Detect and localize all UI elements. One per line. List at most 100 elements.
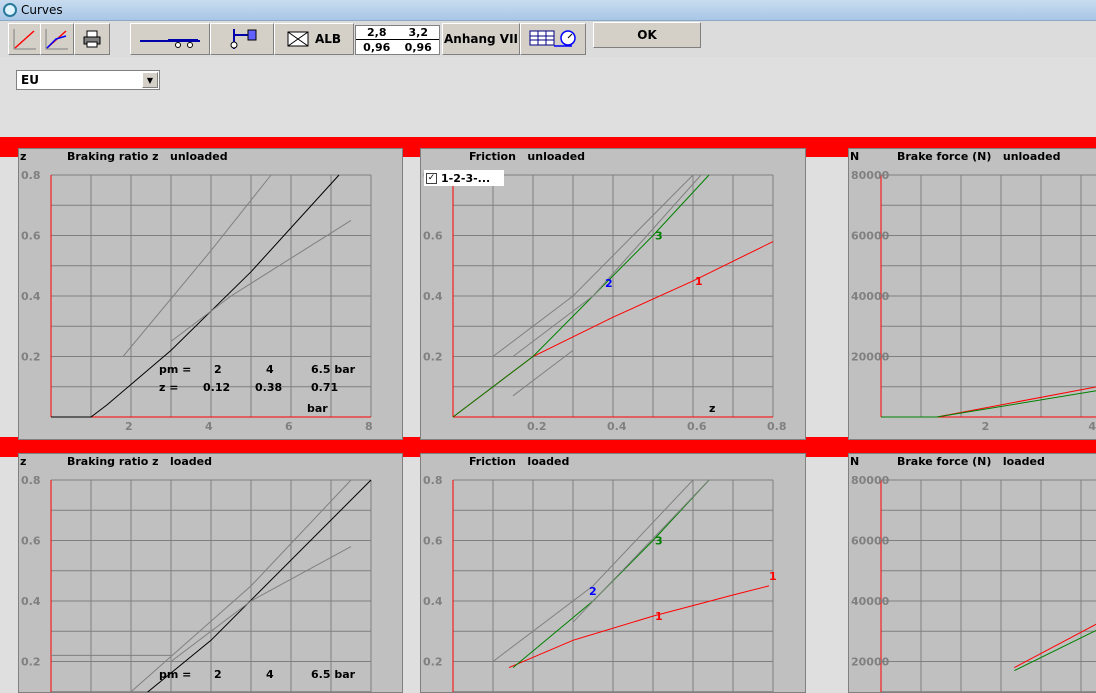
pm-value-1: 2 xyxy=(214,363,222,376)
y-tick-label: 0.6 xyxy=(423,535,443,548)
x-tick-label: 6 xyxy=(285,420,293,433)
pm-value-2: 4 xyxy=(266,668,274,681)
legend-checkbox[interactable]: ✓ xyxy=(426,172,437,184)
series-label: 2 xyxy=(605,277,613,290)
z-value-1: 0.12 xyxy=(203,381,230,394)
y-tick-label: 0.8 xyxy=(423,474,443,487)
pm-label: pm = xyxy=(159,668,191,681)
y-tick-label: 0.6 xyxy=(21,535,41,548)
trailer-icon xyxy=(140,39,200,48)
print-button[interactable] xyxy=(74,23,110,55)
y-tick-label: 0.2 xyxy=(21,656,41,669)
series-label: 1 xyxy=(695,275,703,288)
x-tick-label: 2 xyxy=(125,420,133,433)
z-label: z = xyxy=(159,381,178,394)
pm-value-3: 6.5 bar xyxy=(311,668,356,681)
friction-unloaded-chart: 0.20.40.60.80.20.40.60.8132 z xyxy=(423,169,787,433)
x-tick-label: 2 xyxy=(982,420,990,433)
gauge-table-icon xyxy=(529,30,576,47)
x-tick-label: 4 xyxy=(1088,420,1096,433)
x-tick-label: 0.4 xyxy=(607,420,627,433)
y-tick-label: 0.4 xyxy=(21,290,41,303)
y-tick-label: 40000 xyxy=(851,595,890,608)
curve-linear-icon xyxy=(13,29,36,50)
braking-ratio-unloaded-chart: 0.2 0.4 0.6 0.8 2 4 6 8 pm = 2 4 6.5 bar z = 0.… xyxy=(21,169,373,433)
value-top-1: 2,8 xyxy=(367,26,387,39)
trailer-button[interactable] xyxy=(130,23,210,55)
printer-icon xyxy=(83,30,101,48)
value-top-2: 3,2 xyxy=(408,26,429,39)
x-tick-label: 8 xyxy=(365,420,373,433)
brake-force-loaded-panel: Brake force (N) loaded N 20000 40000 60000… xyxy=(848,453,1096,693)
series-label: 3 xyxy=(655,230,663,243)
value-bottom-2: 0,96 xyxy=(404,40,432,54)
brake-valve-icon xyxy=(230,29,257,49)
alb-icon xyxy=(287,31,309,47)
pm-value-1: 2 xyxy=(214,668,222,681)
curve-linear-button[interactable] xyxy=(8,23,42,55)
alb-button[interactable]: ALB xyxy=(274,23,354,55)
x-tick-label: 0.2 xyxy=(527,420,547,433)
y-tick-label: 0.2 xyxy=(21,351,41,364)
toolbar: ALB Anhang VII OK xyxy=(0,21,1096,57)
y-tick-label: 60000 xyxy=(851,230,890,243)
y-tick-label: 0.8 xyxy=(21,474,41,487)
pm-label: pm = xyxy=(159,363,191,376)
x-axis-label: z xyxy=(709,402,715,415)
anhang-vii-button[interactable]: Anhang VII xyxy=(442,23,520,55)
ok-label: OK xyxy=(637,28,657,42)
series-label: 1 xyxy=(769,570,777,583)
y-tick-label: 0.2 xyxy=(423,656,443,669)
title-bar: Curves xyxy=(0,0,1096,21)
z-value-3: 0.71 xyxy=(311,381,338,394)
y-tick-label: 0.4 xyxy=(21,595,41,608)
region-select[interactable]: EU ▼ xyxy=(16,70,160,90)
pm-value-3: 6.5 bar xyxy=(311,363,356,376)
chevron-down-icon[interactable]: ▼ xyxy=(142,72,158,88)
y-tick-label: 20000 xyxy=(851,656,890,669)
friction-unloaded-panel: Friction unloaded 0.20.40.60.80.20.40.60… xyxy=(420,148,806,440)
x-axis-label: bar xyxy=(307,402,328,415)
y-tick-label: 60000 xyxy=(851,535,890,548)
region-select-value: EU xyxy=(21,73,39,87)
z-value-2: 0.38 xyxy=(255,381,282,394)
brake-force-loaded-chart: 2000040000600008000032 xyxy=(851,474,1096,692)
x-tick-label: 4 xyxy=(205,420,213,433)
y-tick-label: 0.2 xyxy=(423,351,443,364)
pm-value-2: 4 xyxy=(266,363,274,376)
y-tick-label: 0.4 xyxy=(423,595,443,608)
y-tick-label: 0.6 xyxy=(423,230,443,243)
window-title: Curves xyxy=(21,3,63,17)
legend-label: 1-2-3-... xyxy=(441,171,491,185)
y-tick-label: 80000 xyxy=(851,474,890,487)
curve-double-button[interactable] xyxy=(40,23,74,55)
y-tick-label: 80000 xyxy=(851,169,890,182)
y-tick-label: 0.6 xyxy=(21,230,41,243)
series-label: 3 xyxy=(655,535,663,548)
braking-ratio-loaded-panel: Braking ratio z loaded z 0.2 0.4 0.6 0.8 pm… xyxy=(18,453,403,693)
friction-loaded-panel: Friction loaded 0.2 0.4 0.6 0.8 1 3 2 1 xyxy=(420,453,806,693)
y-tick-label: 20000 xyxy=(851,351,890,364)
x-tick-label: 0.8 xyxy=(767,420,787,433)
y-tick-label: 0.8 xyxy=(21,169,41,182)
legend-checkbox-row[interactable]: ✓ 1-2-3-... xyxy=(424,170,504,186)
anhang-vii-label: Anhang VII xyxy=(444,32,518,46)
alb-label: ALB xyxy=(314,32,342,46)
braking-ratio-loaded-chart: 0.2 0.4 0.6 0.8 pm = 2 4 6.5 bar xyxy=(21,474,372,692)
brake-force-unloaded-panel: Brake force (N) unloaded N 20000 40000 600… xyxy=(848,148,1096,440)
braking-ratio-unloaded-panel: Braking ratio z unloaded z 0.2 0.4 0.6 0.8 2… xyxy=(18,148,403,440)
curve-double-icon xyxy=(45,29,68,50)
y-tick-label: 40000 xyxy=(851,290,890,303)
brake-valve-button[interactable] xyxy=(210,23,274,55)
value-bottom-1: 0,96 xyxy=(363,40,391,54)
friction-loaded-chart: 0.2 0.4 0.6 0.8 1 3 2 1 xyxy=(423,474,777,692)
series-label: 1 xyxy=(655,610,663,623)
ratio-values-box: 2,8 3,2 0,96 0,96 xyxy=(355,25,440,55)
series-label: 2 xyxy=(589,585,597,598)
brake-force-unloaded-chart: 200004000060000800002432 xyxy=(851,169,1096,433)
app-icon xyxy=(3,3,17,17)
gauge-table-button[interactable] xyxy=(520,23,586,55)
x-tick-label: 0.6 xyxy=(687,420,707,433)
ok-button[interactable]: OK xyxy=(593,22,701,48)
y-tick-label: 0.4 xyxy=(423,290,443,303)
